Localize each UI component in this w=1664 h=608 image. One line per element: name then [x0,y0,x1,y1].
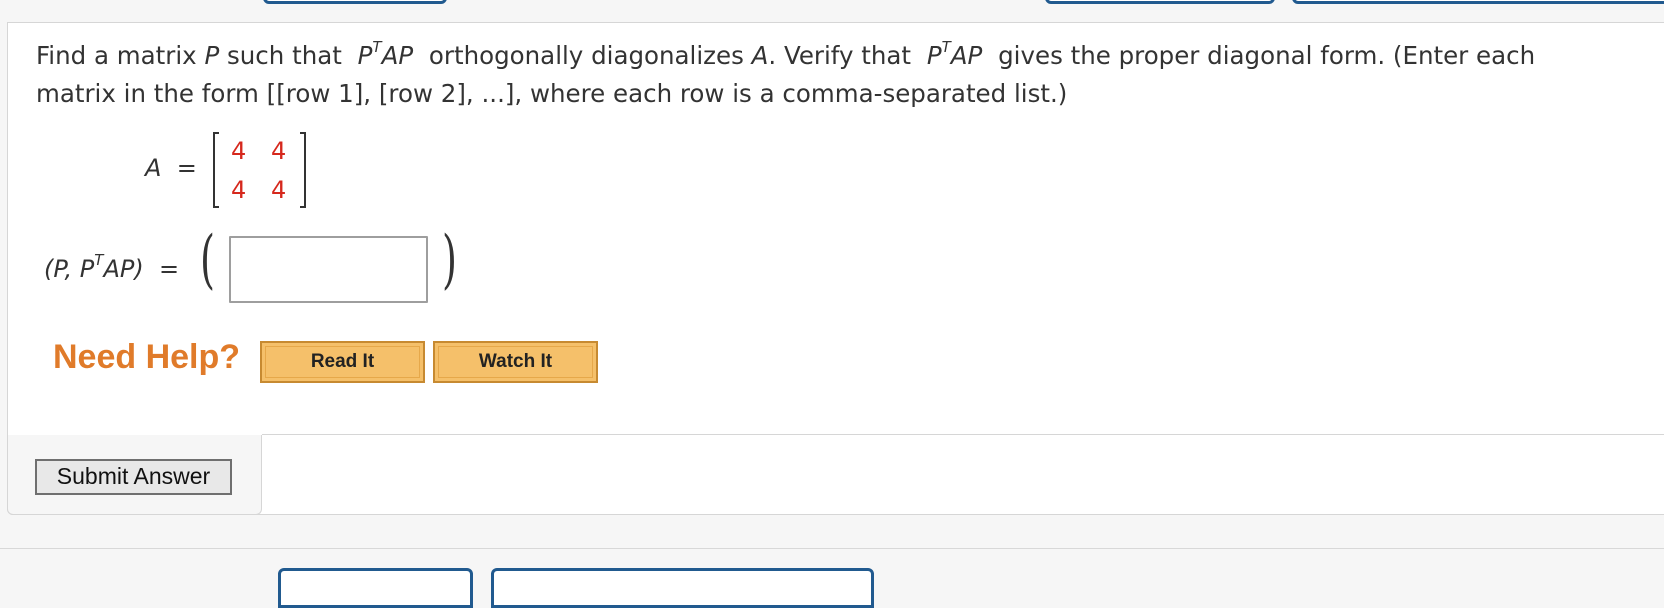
bottom-nav-button-2[interactable] [491,568,874,608]
matrix-cell-r1c2: 4 [271,137,287,165]
matrix-right-bracket [300,132,306,208]
right-paren-icon: ) [441,223,457,297]
answer-input[interactable] [229,236,428,303]
top-nav-button-2[interactable] [1045,0,1275,4]
need-help-heading: Need Help? [53,338,241,376]
submit-divider [262,434,1664,435]
top-nav-button-3[interactable] [1292,0,1664,4]
answer-label: (P, PTAP) = [44,251,180,284]
read-it-button[interactable]: Read It [260,341,425,383]
matrix-cell-r2c2: 4 [271,176,287,204]
question-line-2: matrix in the form [[row 1], [row 2], ..… [36,79,1068,108]
matrix-a-label: A = [145,154,197,182]
top-nav-button-1[interactable] [263,0,447,4]
watch-it-button[interactable]: Watch It [433,341,598,383]
question-line-1: Find a matrix P such that PTAP orthogona… [36,37,1536,70]
matrix-cell-r1c1: 4 [231,137,247,165]
submit-answer-button[interactable]: Submit Answer [35,459,232,495]
matrix-cell-r2c1: 4 [231,176,247,204]
left-paren-icon: ( [199,223,215,297]
matrix-left-bracket [213,132,219,208]
matrix-a: 4 4 4 4 [213,132,306,212]
bottom-nav-button-1[interactable] [278,568,473,608]
question-text: Find a matrix P such that PTAP orthogona… [36,37,1664,113]
bottom-separator [0,548,1664,549]
